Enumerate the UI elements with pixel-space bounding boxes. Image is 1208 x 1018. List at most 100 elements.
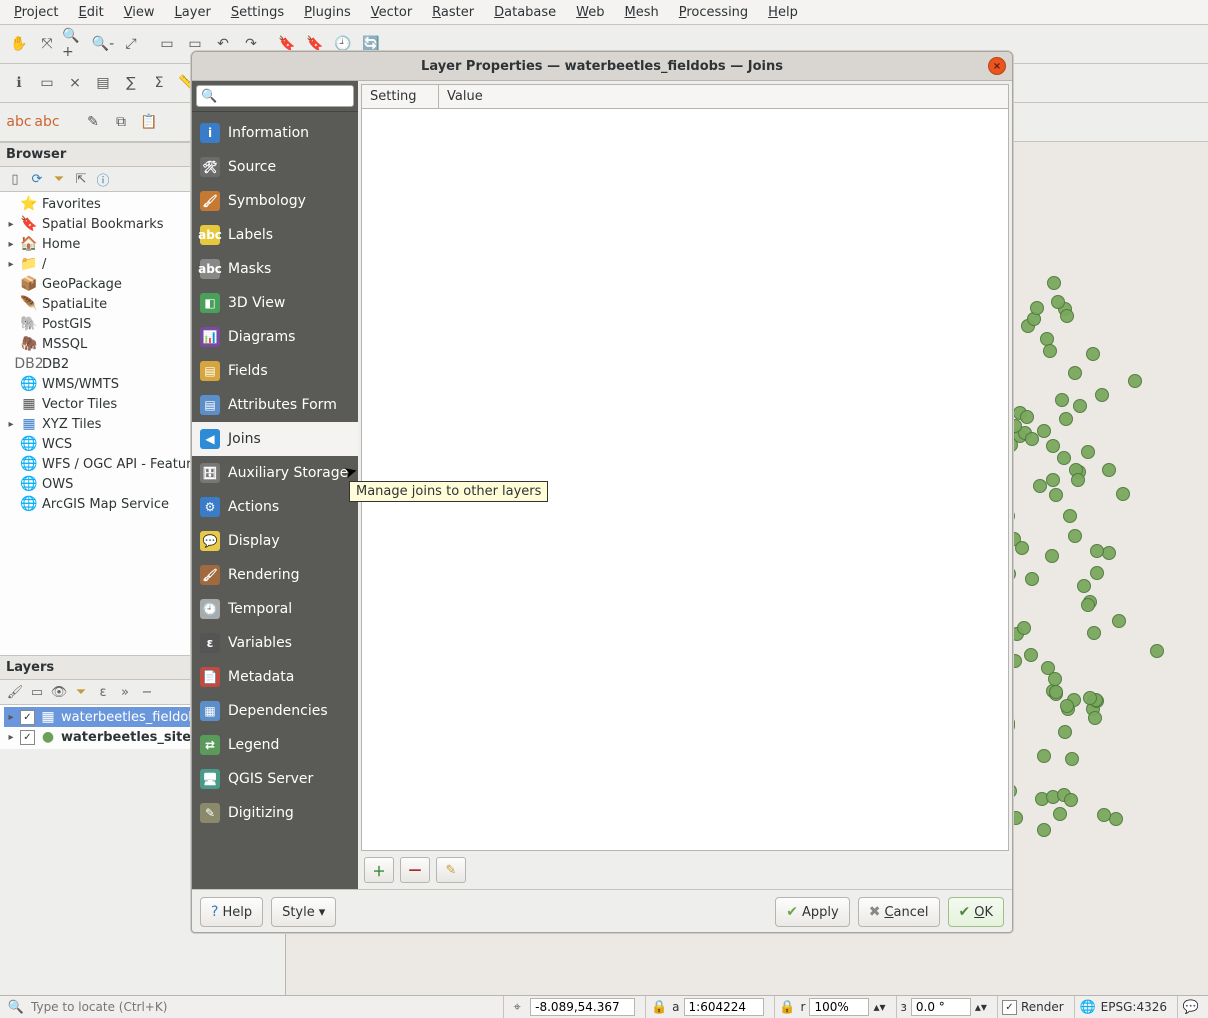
menu-database[interactable]: Database: [486, 3, 564, 22]
nav-qgis-server[interactable]: 🖥QGIS Server: [192, 762, 358, 796]
scale-field[interactable]: [684, 998, 764, 1016]
layers-filter-icon[interactable]: ⏷: [72, 683, 90, 701]
nav-labels[interactable]: abcLabels: [192, 218, 358, 252]
zoom-out-icon[interactable]: 🔍-: [90, 31, 116, 57]
nav-symbology[interactable]: 🖌Symbology: [192, 184, 358, 218]
close-icon[interactable]: ×: [988, 57, 1006, 75]
browser-props-icon[interactable]: ⓘ: [94, 170, 112, 188]
menu-mesh[interactable]: Mesh: [617, 3, 667, 22]
browser-filter-icon[interactable]: ⏷: [50, 170, 68, 188]
zoom-selection-icon[interactable]: ▭: [154, 31, 180, 57]
map-point: [1060, 699, 1074, 713]
nav-legend[interactable]: ⇄Legend: [192, 728, 358, 762]
magnifier-lock-icon[interactable]: 🔒: [779, 998, 797, 1016]
locate-icon[interactable]: 🔍: [7, 998, 25, 1016]
apply-button[interactable]: ✔ Apply: [775, 897, 849, 927]
nav-aux-storage[interactable]: 🗄Auxiliary Storage: [192, 456, 358, 490]
joins-table-body[interactable]: [361, 109, 1009, 851]
layer-visibility-checkbox[interactable]: ✓: [20, 710, 35, 725]
pan-icon[interactable]: ✋: [6, 31, 32, 57]
layers-style-icon[interactable]: 🖌: [6, 683, 24, 701]
map-point: [1081, 598, 1095, 612]
layers-expr-icon[interactable]: ε: [94, 683, 112, 701]
coordinate-field[interactable]: [530, 998, 635, 1016]
nav-display[interactable]: 💬Display: [192, 524, 358, 558]
layers-visibility-icon[interactable]: 👁: [50, 683, 68, 701]
dialog-search-input[interactable]: 🔍: [196, 85, 354, 107]
column-setting[interactable]: Setting: [362, 85, 439, 108]
coord-icon[interactable]: ⌖: [508, 998, 526, 1016]
select-icon[interactable]: ▭: [34, 70, 60, 96]
map-point: [1088, 711, 1102, 725]
nav-variables[interactable]: εVariables: [192, 626, 358, 660]
edit-join-button[interactable]: ✎: [436, 857, 466, 883]
pan-to-selection-icon[interactable]: ⤧: [34, 31, 60, 57]
menu-help[interactable]: Help: [760, 3, 806, 22]
column-value[interactable]: Value: [439, 85, 1009, 108]
scale-icon: 🔒: [650, 998, 668, 1016]
magnifier-field[interactable]: [809, 998, 869, 1016]
identify-icon[interactable]: ℹ: [6, 70, 32, 96]
nav-information-icon: i: [200, 123, 220, 143]
layers-expand-icon[interactable]: »: [116, 683, 134, 701]
copy-feat-icon[interactable]: ⧉: [108, 109, 134, 135]
render-checkbox[interactable]: ✓: [1002, 1000, 1017, 1015]
map-point: [1046, 439, 1060, 453]
menu-web[interactable]: Web: [568, 3, 612, 22]
layers-remove-icon[interactable]: −: [138, 683, 156, 701]
layer-visibility-checkbox[interactable]: ✓: [20, 730, 35, 745]
nav-source[interactable]: 🛠Source: [192, 150, 358, 184]
field-calc-icon[interactable]: ∑: [118, 70, 144, 96]
cancel-button[interactable]: ✖ Cancel: [858, 897, 940, 927]
nav-information[interactable]: iInformation: [192, 116, 358, 150]
remove-join-button[interactable]: —: [400, 857, 430, 883]
nav-fields[interactable]: ▤Fields: [192, 354, 358, 388]
menu-plugins[interactable]: Plugins: [296, 3, 359, 22]
nav-digitizing[interactable]: ✎Digitizing: [192, 796, 358, 830]
nav-joins[interactable]: ◀Joins: [192, 422, 358, 456]
crs-label[interactable]: EPSG:4326: [1101, 1000, 1167, 1014]
rotation-field[interactable]: [911, 998, 971, 1016]
menu-settings[interactable]: Settings: [223, 3, 292, 22]
nav-attributes-form[interactable]: ▤Attributes Form: [192, 388, 358, 422]
map-point: [1083, 691, 1097, 705]
stats-icon[interactable]: Σ: [146, 70, 172, 96]
nav-masks[interactable]: abcMasks: [192, 252, 358, 286]
messages-icon[interactable]: 💬: [1182, 998, 1200, 1016]
add-layer-icon[interactable]: ▯: [6, 170, 24, 188]
menu-edit[interactable]: Edit: [71, 3, 112, 22]
browser-collapse-icon[interactable]: ⇱: [72, 170, 90, 188]
check-icon: ✔: [959, 904, 971, 920]
deselect-icon[interactable]: ⨯: [62, 70, 88, 96]
zoom-in-icon[interactable]: 🔍+: [62, 31, 88, 57]
open-table-icon[interactable]: ▤: [90, 70, 116, 96]
browser-refresh-icon[interactable]: ⟳: [28, 170, 46, 188]
label-pin-icon[interactable]: abc: [34, 109, 60, 135]
nav-diagrams[interactable]: 📊Diagrams: [192, 320, 358, 354]
label-tool-icon[interactable]: abc: [6, 109, 32, 135]
menu-layer[interactable]: Layer: [167, 3, 219, 22]
menu-project[interactable]: Project: [6, 3, 67, 22]
map-point: [1087, 626, 1101, 640]
zoom-full-icon[interactable]: ⤢: [118, 31, 144, 57]
crs-icon[interactable]: 🌐: [1079, 998, 1097, 1016]
menu-view[interactable]: View: [116, 3, 163, 22]
style-button[interactable]: Style ▾: [271, 897, 336, 927]
nav-3dview[interactable]: ◧3D View: [192, 286, 358, 320]
map-point: [1046, 473, 1060, 487]
nav-actions[interactable]: ⚙Actions: [192, 490, 358, 524]
nav-dependencies[interactable]: ▦Dependencies: [192, 694, 358, 728]
layers-add-group-icon[interactable]: ▭: [28, 683, 46, 701]
add-join-button[interactable]: ＋: [364, 857, 394, 883]
menu-vector[interactable]: Vector: [363, 3, 420, 22]
menu-processing[interactable]: Processing: [671, 3, 756, 22]
ok-button[interactable]: ✔ OK: [948, 897, 1005, 927]
nav-rendering[interactable]: 🖌Rendering: [192, 558, 358, 592]
menu-raster[interactable]: Raster: [424, 3, 482, 22]
help-button[interactable]: ? Help: [200, 897, 263, 927]
paste-feat-icon[interactable]: 📋: [136, 109, 162, 135]
nav-metadata[interactable]: 📄Metadata: [192, 660, 358, 694]
nav-temporal[interactable]: 🕘Temporal: [192, 592, 358, 626]
map-point: [1017, 621, 1031, 635]
edit-tool-icon[interactable]: ✎: [80, 109, 106, 135]
